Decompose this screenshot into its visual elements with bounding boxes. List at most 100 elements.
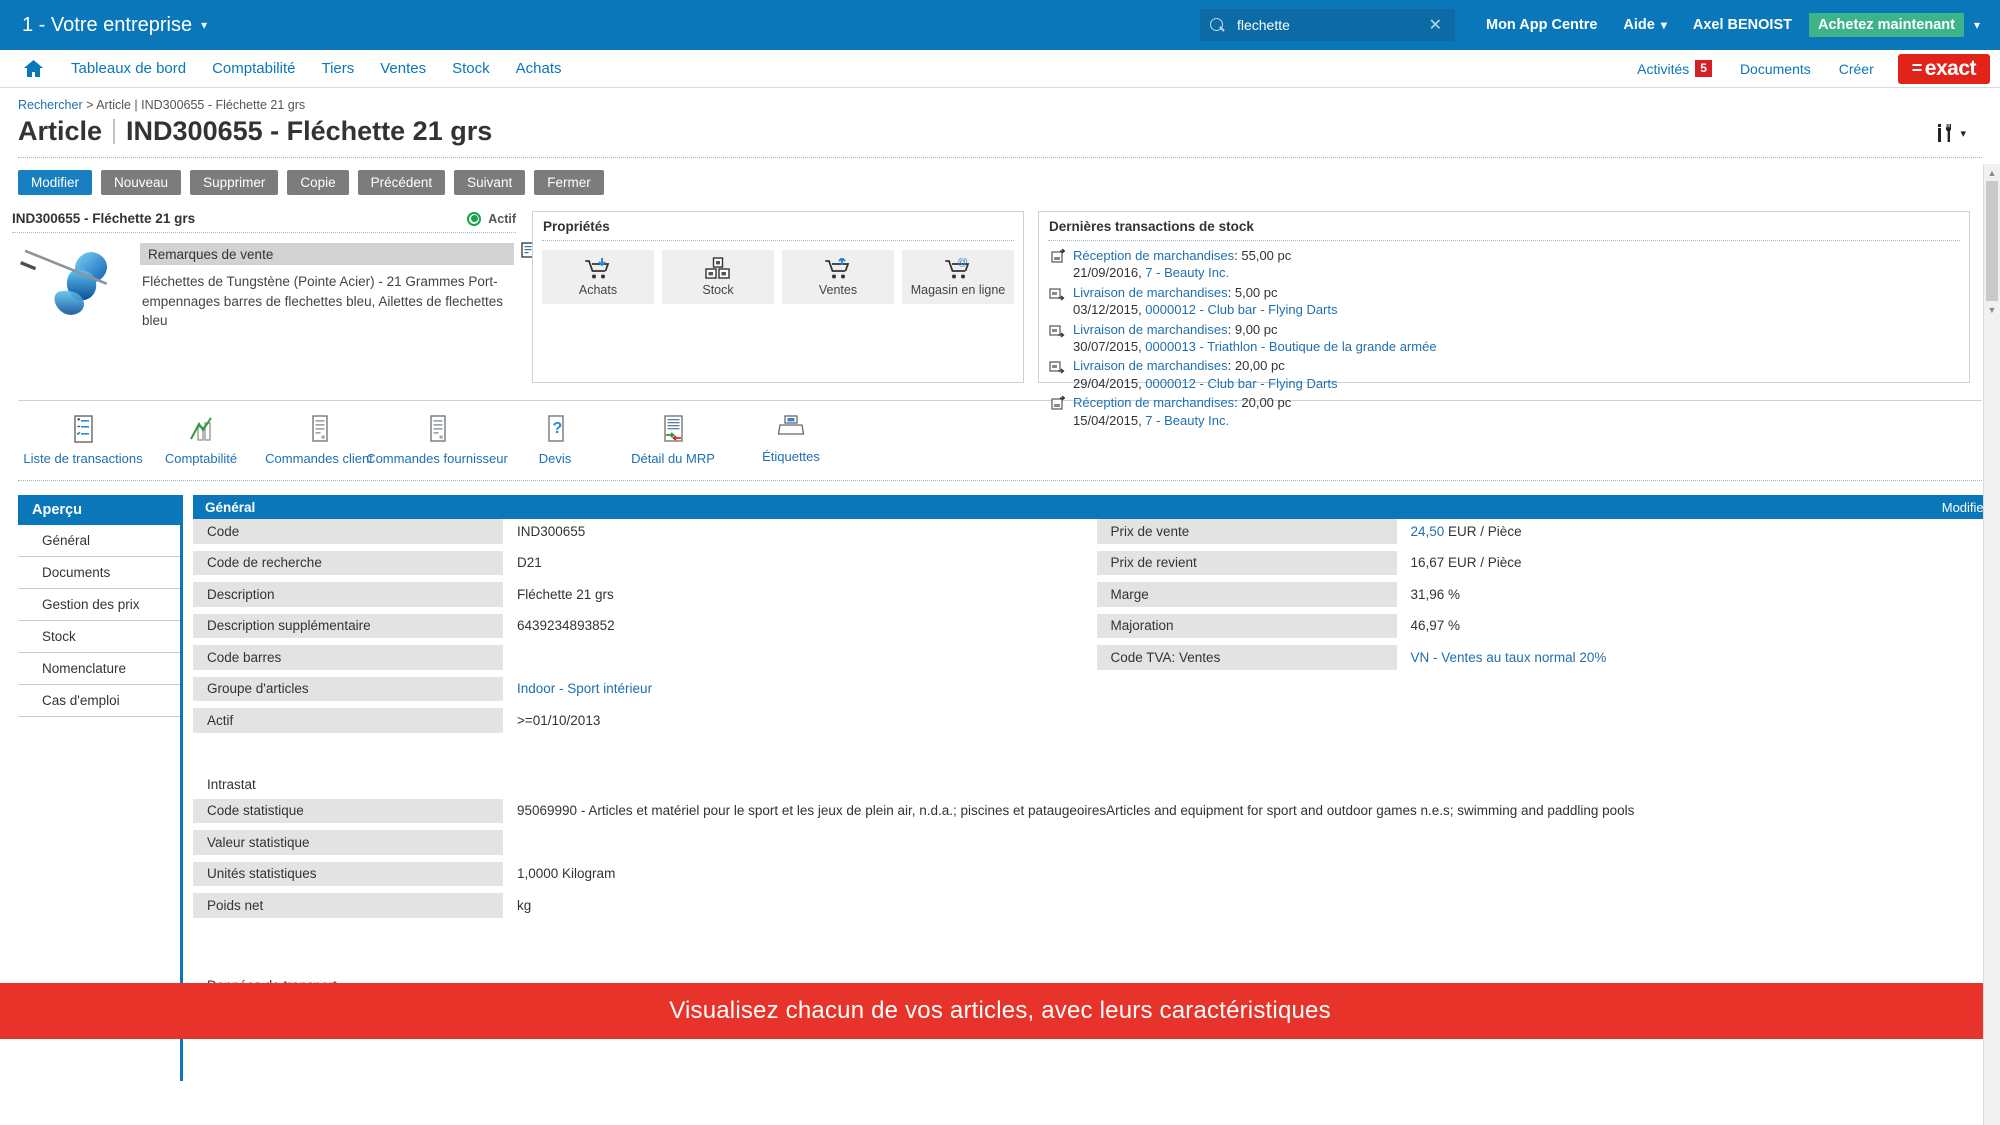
sidebar-item-where-used[interactable]: Cas d'emploi: [18, 685, 180, 717]
article-group-link[interactable]: Indoor - Sport intérieur: [517, 681, 652, 696]
field-row: Actif >=01/10/2013: [193, 708, 1097, 733]
field-row: Prix de revient 16,67 EUR / Pièce: [1096, 550, 2000, 575]
sidebar-item-general[interactable]: Général: [18, 525, 180, 557]
transaction-type-link[interactable]: Livraison de marchandises: [1073, 358, 1228, 373]
field-label: Prix de vente: [1096, 519, 1397, 544]
property-tile-sales[interactable]: Ventes: [782, 250, 894, 304]
transaction-party-link[interactable]: 7 - Beauty Inc.: [1145, 413, 1229, 428]
vat-code-link[interactable]: VN - Ventes au taux normal 20%: [1411, 650, 1607, 665]
transaction-party-link[interactable]: 0000012 - Club bar - Flying Darts: [1145, 376, 1337, 391]
app-centre-label: Mon App Centre: [1485, 17, 1598, 33]
field-row: Code de recherche D21: [193, 550, 1097, 575]
scroll-up-icon[interactable]: ▲: [1984, 164, 2000, 181]
sale-price-unit: EUR / Pièce: [1444, 523, 1522, 539]
sale-price-link[interactable]: 24,50: [1411, 524, 1445, 539]
new-button[interactable]: Nouveau: [101, 170, 182, 195]
create-link[interactable]: Créer: [1825, 61, 1888, 77]
home-icon[interactable]: [20, 60, 46, 77]
icon-nav-label: Détail du MRP: [631, 451, 715, 466]
action-button-row: Modifier Nouveau Supprimer Copie Précéde…: [0, 158, 2000, 195]
transaction-party-link[interactable]: 7 - Beauty Inc.: [1145, 265, 1229, 280]
section-edit-link[interactable]: Modifier: [1942, 500, 1988, 515]
icon-nav-sales-orders[interactable]: Commandes client: [260, 415, 378, 466]
edit-button[interactable]: Modifier: [18, 170, 93, 195]
app-centre-link[interactable]: Mon App Centre: [1473, 17, 1610, 33]
tools-menu[interactable]: ▾: [1937, 124, 1966, 147]
transaction-row: Livraison de marchandises: 5,00 pc 03/12…: [1049, 284, 1959, 321]
activities-link[interactable]: Activités 5: [1623, 60, 1726, 77]
scrollbar-thumb[interactable]: [1986, 181, 1998, 301]
property-tile-stock[interactable]: Stock: [662, 250, 774, 304]
transaction-party-link[interactable]: 0000013 - Triathlon - Boutique de la gra…: [1145, 339, 1436, 354]
transactions-title: Dernières transactions de stock: [1049, 219, 1254, 234]
transaction-type-link[interactable]: Livraison de marchandises: [1073, 285, 1228, 300]
previous-button[interactable]: Précédent: [357, 170, 446, 195]
breadcrumb-root[interactable]: Rechercher: [18, 98, 83, 112]
chevron-down-icon: ▾: [201, 18, 208, 32]
tools-icon: [1938, 124, 1952, 142]
activities-label: Activités: [1637, 60, 1690, 77]
field-value: Fléchette 21 grs: [517, 586, 614, 602]
sidebar-header-overview[interactable]: Aperçu: [18, 495, 180, 525]
menu-item-third-parties[interactable]: Tiers: [308, 60, 367, 77]
clear-search-icon[interactable]: ✕: [1426, 15, 1445, 35]
field-row: Marge 31,96 %: [1096, 582, 2000, 607]
sidebar-item-stock[interactable]: Stock: [18, 621, 180, 653]
icon-nav-purchase-orders[interactable]: Commandes fournisseur: [366, 415, 508, 466]
field-value: 6439234893852: [517, 618, 615, 634]
menu-item-sales[interactable]: Ventes: [367, 60, 439, 77]
purchase-order-icon: [429, 415, 446, 442]
transaction-type-link[interactable]: Réception de marchandises: [1073, 248, 1234, 263]
documents-link[interactable]: Documents: [1726, 61, 1825, 77]
close-button[interactable]: Fermer: [534, 170, 604, 195]
status-badge: Actif: [467, 211, 516, 226]
field-label: Code statistique: [193, 798, 503, 823]
sidebar-item-bom[interactable]: Nomenclature: [18, 653, 180, 685]
transaction-party-link[interactable]: 0000012 - Club bar - Flying Darts: [1145, 302, 1337, 317]
field-value: 16,67 EUR / Pièce: [1410, 555, 1522, 571]
sidebar-item-documents[interactable]: Documents: [18, 557, 180, 589]
cart-up-icon: [825, 257, 850, 278]
icon-nav-labels[interactable]: Étiquettes: [732, 415, 850, 466]
icon-nav-accounting[interactable]: Comptabilité: [142, 415, 260, 466]
user-menu[interactable]: Axel BENOIST: [1680, 17, 1805, 33]
next-button[interactable]: Suivant: [454, 170, 526, 195]
transaction-date: 30/07/2015,: [1073, 339, 1146, 355]
activities-badge: 5: [1695, 60, 1712, 77]
scroll-down-icon[interactable]: ▼: [1984, 301, 2000, 318]
transaction-qty: : 20,00 pc: [1227, 358, 1285, 374]
exact-logo-text: exact: [1924, 56, 1977, 80]
menu-item-purchases[interactable]: Achats: [503, 60, 575, 77]
promo-banner: Visualisez chacun de vos articles, avec …: [0, 983, 2000, 1039]
icon-nav-mrp-detail[interactable]: Détail du MRP: [614, 415, 732, 466]
transaction-type-link[interactable]: Réception de marchandises: [1073, 395, 1234, 410]
menu-item-accounting[interactable]: Comptabilité: [199, 60, 308, 77]
properties-tiles: Achats Stock Ventes @ Magasin en ligne: [533, 241, 1023, 304]
menu-item-stock[interactable]: Stock: [439, 60, 503, 77]
goods-delivery-icon: [1049, 357, 1066, 392]
delete-button[interactable]: Supprimer: [190, 170, 279, 195]
sidebar-item-price-management[interactable]: Gestion des prix: [18, 589, 180, 621]
property-tile-purchase[interactable]: Achats: [542, 250, 654, 304]
more-menu-chevron-icon[interactable]: ▾: [1964, 18, 1992, 32]
icon-nav-quotes[interactable]: ? Devis: [496, 415, 614, 466]
menu-item-dashboards[interactable]: Tableaux de bord: [58, 60, 199, 77]
icon-nav-transaction-list[interactable]: Liste de transactions: [23, 415, 143, 466]
transaction-date: 03/12/2015,: [1073, 302, 1146, 318]
company-selector[interactable]: 1 - Votre entreprise ▾: [8, 14, 207, 37]
svg-text:?: ?: [552, 420, 562, 437]
copy-button[interactable]: Copie: [287, 170, 349, 195]
field-row: Prix de vente 24,50 EUR / Pièce: [1096, 519, 2000, 544]
help-menu[interactable]: Aide ▾: [1610, 17, 1679, 33]
transaction-type-link[interactable]: Livraison de marchandises: [1073, 322, 1228, 337]
promo-banner-text: Visualisez chacun de vos articles, avec …: [669, 997, 1331, 1024]
search-input[interactable]: [1234, 16, 1416, 34]
property-tile-webshop[interactable]: @ Magasin en ligne: [902, 250, 1014, 304]
vertical-scrollbar[interactable]: ▲ ▼: [1983, 164, 2000, 1125]
field-value: 46,97 %: [1410, 618, 1461, 634]
global-search[interactable]: ✕: [1199, 9, 1455, 41]
buy-now-button[interactable]: Achetez maintenant: [1808, 13, 1964, 37]
exact-logo[interactable]: = exact: [1897, 53, 1990, 84]
cart-at-icon: @: [945, 258, 970, 278]
main-menu-bar: Tableaux de bord Comptabilité Tiers Vent…: [0, 50, 2000, 88]
